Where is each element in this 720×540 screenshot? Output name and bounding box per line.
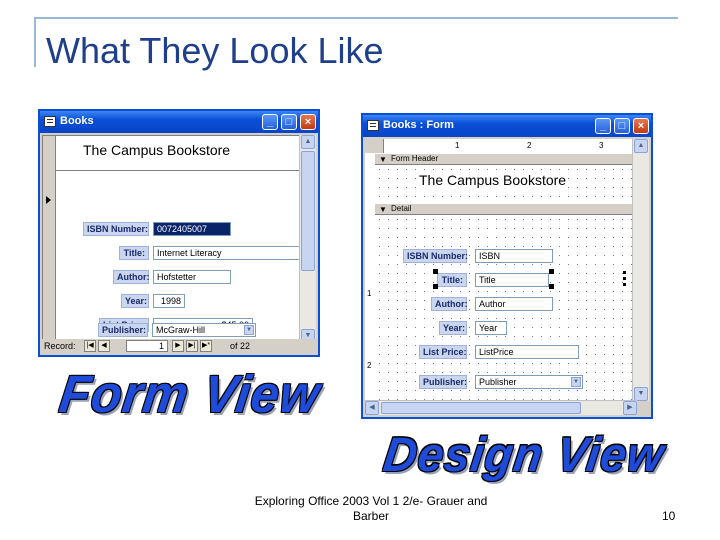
publisher-label-control[interactable]: Publisher: — [419, 375, 467, 389]
design-view-window: Books : Form _ □ × 1 2 3 1 2 ▼ Form Head… — [361, 113, 653, 419]
scroll-left-icon[interactable]: ◀ — [365, 401, 379, 415]
scroll-down-icon[interactable]: ▼ — [634, 387, 648, 401]
isbn-textbox-control[interactable]: ISBN — [475, 249, 553, 263]
design-view-titlebar[interactable]: Books : Form _ □ × — [363, 115, 651, 137]
publisher-combo[interactable]: McGraw-Hill ▼ — [152, 323, 256, 337]
selection-handle[interactable] — [549, 269, 554, 274]
ruler-tick-label: 1 — [367, 289, 372, 298]
form-view-caption: Form View — [56, 364, 324, 424]
form-view-title: Books — [60, 115, 94, 127]
design-view-horizontal-scrollbar[interactable]: ◀ ▶ — [365, 400, 637, 415]
publisher-value: McGraw-Hill — [156, 325, 205, 335]
year-field[interactable]: 1998 — [153, 294, 185, 308]
ruler-tick-label: 2 — [367, 361, 372, 370]
title-textbox-control[interactable]: Title — [475, 273, 549, 287]
form-selector[interactable] — [365, 139, 384, 153]
section-arrow-icon: ▼ — [379, 205, 387, 214]
record-navigation-bar: Record: |◀ ◀ 1 ▶ ▶| ▶* of 22 — [42, 339, 316, 353]
ruler-tick-label: 1 — [455, 141, 460, 150]
chevron-down-icon[interactable]: ▼ — [244, 325, 254, 335]
form-header-section-bar[interactable]: ▼ Form Header — [375, 153, 637, 165]
selection-handle[interactable] — [623, 277, 626, 280]
design-view-vertical-scrollbar[interactable]: ▲ ▼ — [632, 139, 649, 401]
author-textbox-control[interactable]: Author — [475, 297, 553, 311]
scroll-up-icon[interactable]: ▲ — [301, 135, 315, 149]
form-header-section-label: Form Header — [391, 154, 439, 163]
detail-grid[interactable]: ISBN Number: ISBN Title: Title Author: A… — [375, 215, 637, 401]
design-view-caption: Design View — [380, 426, 668, 482]
minimize-icon[interactable]: _ — [262, 114, 278, 130]
form-icon — [44, 116, 56, 127]
slide-title: What They Look Like — [46, 30, 384, 71]
title-rule-left — [34, 17, 36, 67]
form-icon — [367, 120, 379, 131]
section-arrow-icon: ▼ — [379, 155, 387, 164]
isbn-label-control[interactable]: ISBN Number: — [403, 249, 468, 263]
author-field[interactable]: Hofstetter — [153, 270, 231, 284]
ruler-tick-label: 3 — [599, 141, 604, 150]
title-rule-top — [34, 17, 678, 19]
page-number: 10 — [662, 509, 676, 523]
scroll-right-icon[interactable]: ▶ — [623, 401, 637, 415]
close-icon[interactable]: × — [300, 114, 316, 130]
current-record-arrow-icon — [46, 196, 51, 204]
design-view-title: Books : Form — [383, 119, 454, 131]
title-label: Title: — [119, 246, 149, 260]
year-textbox-control[interactable]: Year — [475, 321, 507, 335]
header-label-control[interactable]: The Campus Bookstore — [417, 172, 569, 188]
detail-section-bar[interactable]: ▼ Detail — [375, 203, 637, 215]
form-view-window: Books _ □ × The Campus Bookstore ISBN Nu… — [38, 109, 320, 357]
list-price-textbox-control[interactable]: ListPrice — [475, 345, 579, 359]
author-label-control[interactable]: Author: — [431, 297, 468, 311]
new-record-icon[interactable]: ▶* — [200, 340, 212, 352]
scroll-thumb[interactable] — [301, 151, 315, 271]
year-label: Year: — [121, 294, 149, 308]
maximize-icon[interactable]: □ — [281, 114, 297, 130]
next-record-icon[interactable]: ▶ — [172, 340, 184, 352]
selection-handle[interactable] — [549, 284, 554, 289]
chevron-down-icon[interactable]: ▼ — [571, 377, 581, 387]
form-header-label: The Campus Bookstore — [83, 142, 231, 158]
publisher-combo-control[interactable]: Publisher ▼ — [475, 375, 583, 389]
minimize-icon[interactable]: _ — [595, 118, 611, 134]
close-icon[interactable]: × — [633, 118, 649, 134]
horizontal-ruler: 1 2 3 — [365, 139, 637, 154]
record-label: Record: — [44, 341, 76, 351]
isbn-label: ISBN Number: — [83, 222, 149, 236]
first-record-icon[interactable]: |◀ — [84, 340, 96, 352]
header-divider — [55, 170, 305, 171]
selection-handle[interactable] — [433, 284, 438, 289]
title-field[interactable]: Internet Literacy — [153, 246, 305, 260]
selection-handle[interactable] — [623, 283, 626, 286]
form-view-body: The Campus Bookstore ISBN Number: 007240… — [42, 135, 305, 343]
form-header-grid[interactable]: The Campus Bookstore — [375, 165, 637, 203]
publisher-combo-source: Publisher — [479, 377, 517, 387]
last-record-icon[interactable]: ▶| — [186, 340, 198, 352]
detail-section-label: Detail — [391, 204, 412, 213]
record-selector[interactable] — [43, 136, 56, 342]
author-label: Author: — [113, 270, 150, 284]
ruler-tick-label: 2 — [527, 141, 532, 150]
list-price-label-control[interactable]: List Price: — [419, 345, 467, 359]
form-view-vertical-scrollbar[interactable]: ▲ ▼ — [299, 135, 316, 343]
selection-handle[interactable] — [623, 271, 626, 274]
form-view-titlebar[interactable]: Books _ □ × — [40, 111, 318, 133]
selection-handle[interactable] — [433, 269, 438, 274]
record-count: of 22 — [230, 341, 251, 351]
previous-record-icon[interactable]: ◀ — [98, 340, 110, 352]
isbn-field[interactable]: 0072405007 — [153, 222, 231, 236]
slide-footer: Exploring Office 2003 Vol 1 2/e- Grauer … — [254, 494, 488, 523]
scroll-up-icon[interactable]: ▲ — [634, 139, 648, 153]
record-number-input[interactable]: 1 — [126, 340, 168, 352]
year-label-control[interactable]: Year: — [439, 321, 467, 335]
title-label-control[interactable]: Title: — [437, 273, 467, 287]
maximize-icon[interactable]: □ — [614, 118, 630, 134]
publisher-label: Publisher: — [98, 323, 148, 337]
scroll-thumb[interactable] — [381, 402, 581, 414]
